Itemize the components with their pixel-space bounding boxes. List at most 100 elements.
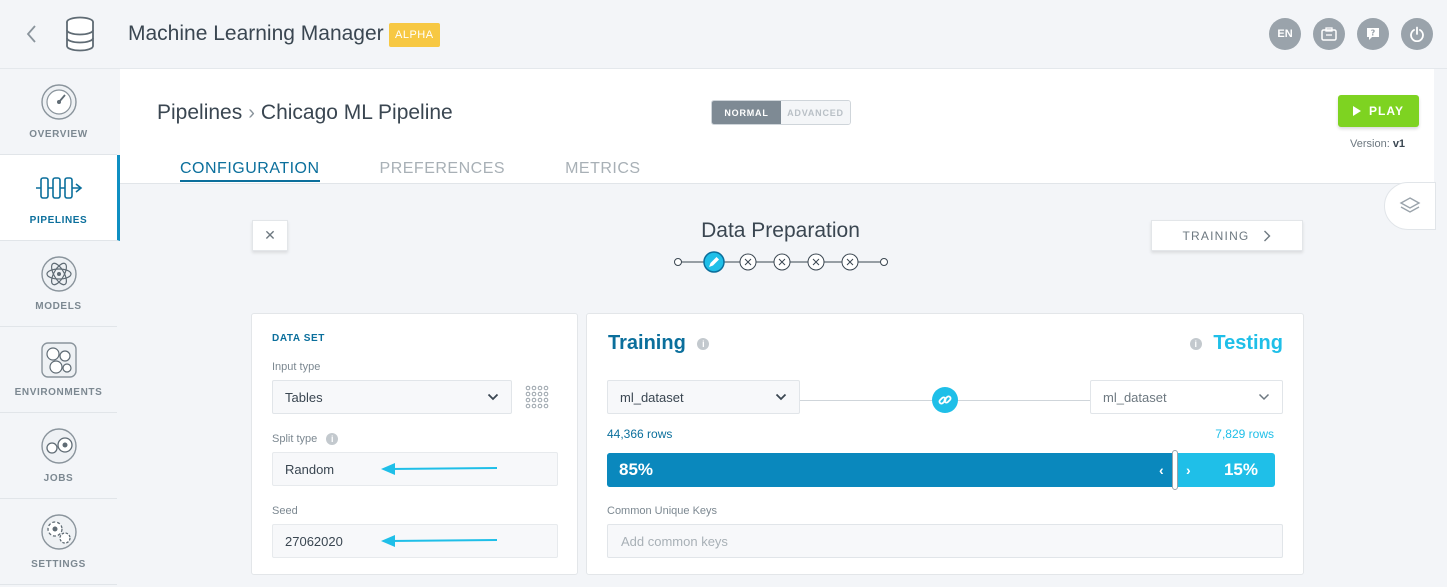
briefcase-icon	[1321, 27, 1337, 41]
stepper	[674, 251, 888, 273]
testing-title: Testing	[1213, 332, 1283, 354]
mode-advanced-option[interactable]: ADVANCED	[781, 101, 850, 124]
split-bar[interactable]: 85% ‹ › 15%	[607, 450, 1275, 490]
breadcrumb: Pipelines › Chicago ML Pipeline	[157, 101, 453, 125]
sidebar-item-overview[interactable]: OVERVIEW	[0, 69, 117, 155]
top-icons: EN ?	[1269, 18, 1433, 50]
sidebar-item-pipelines[interactable]: PIPELINES	[0, 155, 120, 241]
chevron-left-icon[interactable]: ‹	[1159, 462, 1164, 478]
sidebar-item-label: MODELS	[35, 301, 82, 312]
close-button[interactable]: ✕	[252, 220, 288, 251]
page-header: Pipelines › Chicago ML Pipeline NORMAL A…	[120, 69, 1434, 184]
app-title: Machine Learning Manager	[128, 22, 384, 45]
version-info: Version: v1	[1350, 138, 1405, 150]
logout-button[interactable]	[1401, 18, 1433, 50]
play-icon	[1353, 106, 1362, 116]
sidebar-item-label: ENVIRONMENTS	[14, 387, 103, 398]
play-label: PLAY	[1369, 104, 1404, 118]
language-button[interactable]: EN	[1269, 18, 1301, 50]
testing-dataset-select[interactable]: ml_dataset	[1090, 380, 1283, 414]
pipeline-icon	[35, 177, 82, 199]
chevron-right-icon: ›	[248, 101, 255, 124]
training-heading: Training i	[608, 332, 710, 355]
play-button[interactable]: PLAY	[1338, 95, 1419, 127]
training-title: Training	[608, 332, 686, 354]
apps-button[interactable]	[1313, 18, 1345, 50]
info-icon[interactable]: i	[326, 433, 339, 446]
gauge-icon	[40, 84, 77, 120]
main-panel: Pipelines › Chicago ML Pipeline NORMAL A…	[120, 69, 1436, 587]
back-button[interactable]	[22, 22, 42, 46]
testing-rows: 7,829 rows	[1215, 427, 1274, 441]
split-type-label-text: Split type	[272, 433, 318, 445]
seed-label: Seed	[272, 505, 298, 517]
split-type-value: Random	[285, 461, 335, 477]
info-icon[interactable]: i	[697, 337, 710, 350]
training-percent: 85%	[619, 460, 654, 479]
step-title: Data Preparation	[701, 219, 860, 242]
input-type-label: Input type	[272, 361, 321, 373]
sidebar-item-settings[interactable]: SETTINGS	[0, 499, 117, 585]
step-pending-icon	[773, 253, 791, 271]
help-chat-icon: ?	[1367, 28, 1379, 40]
sidebar-item-label: OVERVIEW	[29, 129, 88, 140]
layers-icon	[1399, 197, 1421, 213]
testing-heading: i Testing	[1189, 332, 1283, 355]
atom-icon	[40, 256, 77, 292]
sidebar-item-models[interactable]: MODELS	[0, 241, 117, 327]
annotation-arrow-icon	[381, 535, 498, 547]
testing-percent: 15%	[1223, 460, 1258, 479]
input-type-value: Tables	[285, 389, 323, 405]
chevron-down-icon	[1258, 393, 1270, 401]
chevron-down-icon	[487, 393, 499, 401]
step-start-dot	[674, 258, 682, 266]
split-type-label: Split type i	[272, 433, 339, 446]
alpha-badge: ALPHA	[389, 23, 440, 47]
breadcrumb-pipelines[interactable]: Pipelines	[157, 101, 242, 125]
dataset-title: DATA SET	[272, 333, 325, 344]
sidebar-item-label: SETTINGS	[31, 559, 86, 570]
page-title: Chicago ML Pipeline	[260, 101, 453, 124]
next-step-button[interactable]: TRAINING	[1151, 220, 1303, 251]
sidebar-item-label: PIPELINES	[29, 215, 88, 226]
training-dataset-select[interactable]: ml_dataset	[607, 380, 800, 414]
training-rows: 44,366 rows	[607, 427, 673, 441]
split-handle[interactable]	[1172, 450, 1178, 490]
sidebar-item-environments[interactable]: ENVIRONMENTS	[0, 327, 117, 413]
step-pending-icon	[739, 253, 757, 271]
next-step-label: TRAINING	[1182, 228, 1250, 243]
link-icon[interactable]	[932, 387, 958, 413]
help-button[interactable]: ?	[1357, 18, 1389, 50]
step-pending-icon	[807, 253, 825, 271]
mode-toggle: NORMAL ADVANCED	[711, 100, 851, 125]
sidebar: OVERVIEW PIPELINES MODELS ENVIRONMENTS J…	[0, 69, 120, 587]
split-card: Training i i Testing ml_dataset ml_datas…	[586, 313, 1304, 575]
seed-value: 27062020	[285, 533, 343, 549]
mode-normal-option[interactable]: NORMAL	[712, 101, 781, 124]
annotation-arrow-icon	[381, 463, 498, 475]
svg-text:?: ?	[1371, 29, 1376, 38]
gear-icon	[40, 514, 77, 550]
tab-metrics[interactable]: METRICS	[565, 160, 641, 182]
common-keys-label: Common Unique Keys	[607, 505, 718, 517]
version-label: Version:	[1350, 138, 1390, 150]
layers-button[interactable]	[1384, 182, 1436, 230]
power-icon	[1410, 26, 1424, 42]
chevron-down-icon	[775, 393, 787, 401]
sidebar-item-jobs[interactable]: JOBS	[0, 413, 117, 499]
dataset-card: DATA SET Input type Tables Split type i …	[251, 313, 578, 575]
common-keys-input[interactable]: Add common keys	[607, 524, 1283, 558]
training-dataset-value: ml_dataset	[620, 389, 684, 405]
common-keys-placeholder: Add common keys	[621, 533, 728, 549]
info-icon[interactable]: i	[1189, 337, 1202, 350]
tab-preferences[interactable]: PREFERENCES	[380, 160, 506, 182]
chevron-right-icon[interactable]: ›	[1186, 462, 1191, 478]
testing-dataset-value: ml_dataset	[1103, 389, 1167, 405]
version-value: v1	[1392, 138, 1406, 150]
tab-configuration[interactable]: CONFIGURATION	[180, 160, 320, 182]
step-pending-icon	[841, 253, 859, 271]
table-grid-icon[interactable]	[525, 385, 551, 411]
input-type-select[interactable]: Tables	[272, 380, 512, 414]
top-bar: Machine Learning Manager ALPHA EN ?	[0, 0, 1447, 69]
sidebar-item-label: JOBS	[43, 473, 74, 484]
